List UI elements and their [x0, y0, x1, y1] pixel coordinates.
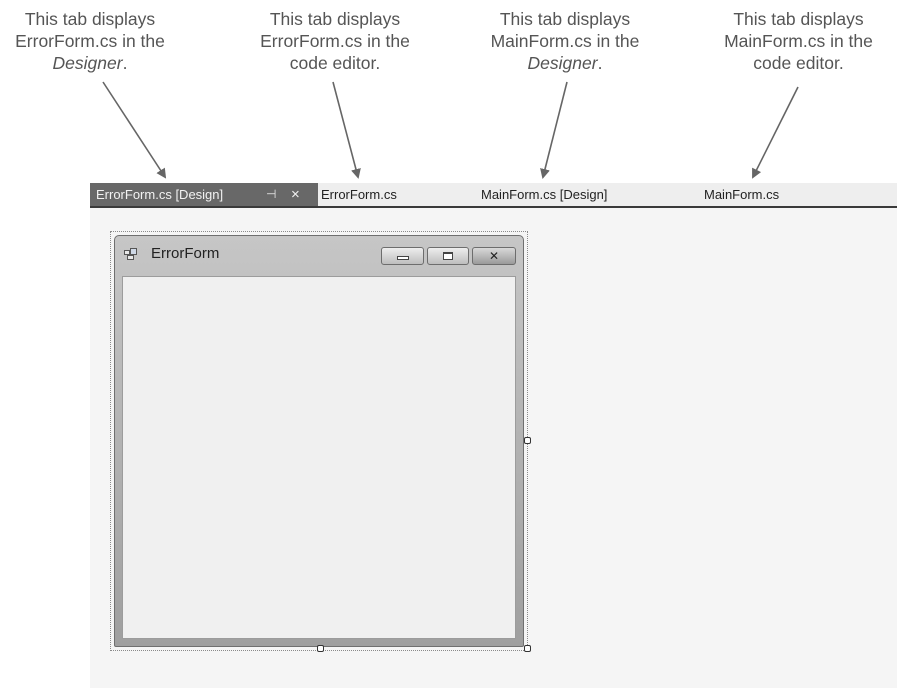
arrow-mainform-code	[752, 86, 799, 179]
callout-line: MainForm.cs in the	[724, 31, 873, 51]
callout-suffix: .	[122, 53, 128, 73]
callout-line: This tab displays	[24, 9, 156, 29]
form-title: ErrorForm	[151, 245, 220, 262]
resize-handle-corner[interactable]	[524, 645, 531, 652]
callout-line: ErrorForm.cs in the	[15, 31, 165, 51]
callout-line: code editor.	[289, 53, 381, 73]
callout-line: ErrorForm.cs in the	[260, 31, 410, 51]
callout-italic: Designer	[527, 53, 598, 73]
design-surface-selection[interactable]: ErrorForm ✕	[110, 231, 531, 652]
tab-mainform-design[interactable]: MainForm.cs [Design]	[481, 183, 607, 206]
tab-label: MainForm.cs [Design]	[481, 187, 608, 202]
pin-icon[interactable]: ⊣	[266, 183, 276, 206]
arrow-errorform-designer	[102, 81, 167, 179]
tab-errorform-code[interactable]: ErrorForm.cs	[321, 183, 397, 206]
close-button[interactable]: ✕	[472, 247, 516, 265]
callout-line: code editor.	[753, 53, 844, 73]
tab-mainform-code[interactable]: MainForm.cs	[704, 183, 779, 206]
resize-handle-right[interactable]	[524, 437, 531, 444]
callout-italic: Designer	[52, 53, 123, 73]
form-client-area[interactable]	[122, 276, 516, 639]
arrow-mainform-designer	[540, 81, 568, 179]
close-icon[interactable]: ×	[291, 183, 300, 206]
form-window[interactable]: ErrorForm ✕	[114, 235, 524, 647]
resize-handle-bottom[interactable]	[317, 645, 324, 652]
ide-editor-area: ErrorForm.cs [Design] ⊣ × ErrorForm.cs M…	[90, 183, 897, 688]
arrow-errorform-code	[332, 81, 361, 179]
callout-suffix: .	[597, 53, 603, 73]
tab-label: MainForm.cs	[704, 187, 780, 202]
minimize-button[interactable]	[381, 247, 424, 265]
tab-label: ErrorForm.cs [Design]	[96, 187, 224, 202]
callout-line: This tab displays	[499, 9, 631, 29]
close-icon: ✕	[488, 249, 500, 263]
minimize-icon	[396, 256, 409, 260]
callout-line: Designer.	[470, 52, 660, 74]
maximize-icon	[443, 252, 453, 260]
form-title-bar: ErrorForm ✕	[115, 236, 523, 272]
document-tab-bar: ErrorForm.cs [Design] ⊣ × ErrorForm.cs M…	[90, 183, 897, 208]
callout-mainform-designer: This tab displays MainForm.cs in the Des…	[470, 8, 660, 74]
callout-line: This tab displays	[269, 9, 401, 29]
tab-label: ErrorForm.cs	[321, 187, 397, 202]
callout-line: MainForm.cs in the	[490, 31, 640, 51]
callout-line: Designer.	[0, 52, 180, 74]
callout-errorform-designer: This tab displays ErrorForm.cs in the De…	[0, 8, 180, 74]
callout-mainform-code: This tab displays MainForm.cs in the cod…	[700, 8, 897, 74]
form-icon	[124, 248, 137, 260]
tab-errorform-design[interactable]: ErrorForm.cs [Design] ⊣ ×	[90, 183, 318, 206]
maximize-button[interactable]	[427, 247, 469, 265]
callout-line: This tab displays	[733, 9, 864, 29]
callout-errorform-code: This tab displays ErrorForm.cs in the co…	[240, 8, 430, 74]
